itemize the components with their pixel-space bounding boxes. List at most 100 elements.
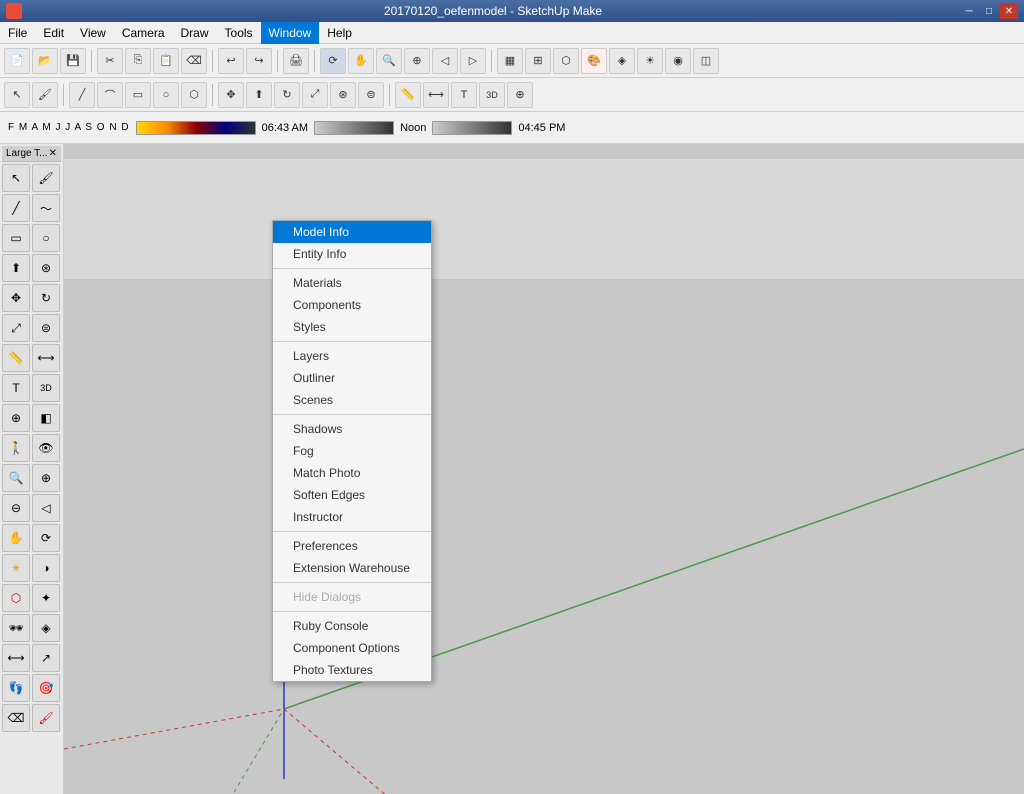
shadow-tool-left[interactable]: ◑ xyxy=(32,554,60,582)
line-tool[interactable]: ╱ xyxy=(69,82,95,108)
panel-header[interactable]: Large T... ✕ xyxy=(2,146,61,162)
fog-btn[interactable]: ◉ xyxy=(665,48,691,74)
scale-tool[interactable]: ⤢ xyxy=(302,82,328,108)
panel-close-icon[interactable]: ✕ xyxy=(49,148,57,159)
paint-btn[interactable]: 🎨 xyxy=(581,48,607,74)
menu-entity-info[interactable]: Entity Info xyxy=(273,243,431,265)
zoomout-tool-left[interactable]: ⊖ xyxy=(2,494,30,522)
walk-tool-left[interactable]: 🚶 xyxy=(2,434,30,462)
time-slider2[interactable] xyxy=(432,121,512,135)
maximize-button[interactable]: □ xyxy=(980,3,998,19)
menu-preferences[interactable]: Preferences xyxy=(273,535,431,557)
rotate-tool[interactable]: ↻ xyxy=(274,82,300,108)
pushpull-tool[interactable]: ⬆ xyxy=(246,82,272,108)
shadow-btn[interactable]: ☀ xyxy=(637,48,663,74)
menu-view[interactable]: View xyxy=(72,22,114,44)
menu-file[interactable]: File xyxy=(0,22,35,44)
lookat2-tool-left[interactable]: 🎯 xyxy=(32,674,60,702)
menu-materials[interactable]: Materials xyxy=(273,272,431,294)
offset-tool[interactable]: ⊜ xyxy=(358,82,384,108)
select-tool[interactable]: ↖ xyxy=(4,82,30,108)
cut-button[interactable]: ✂ xyxy=(97,48,123,74)
redsec-tool-left[interactable]: ⬡ xyxy=(2,584,30,612)
menu-layers[interactable]: Layers xyxy=(273,345,431,367)
canvas-area[interactable]: Model Info Entity Info Materials Compone… xyxy=(64,144,1024,794)
scale-tool-left[interactable]: ⤢ xyxy=(2,314,30,342)
menu-match-photo[interactable]: Match Photo xyxy=(273,462,431,484)
menu-scenes[interactable]: Scenes xyxy=(273,389,431,411)
menu-draw[interactable]: Draw xyxy=(173,22,217,44)
move-tool[interactable]: ✥ xyxy=(218,82,244,108)
zoom-button[interactable]: 🔍 xyxy=(376,48,402,74)
eraser-tool-left[interactable]: ⌫ xyxy=(2,704,30,732)
rotate-tool-left[interactable]: ↻ xyxy=(32,284,60,312)
arrow-tool-left[interactable]: ↗ xyxy=(32,644,60,672)
paste-button[interactable]: 📋 xyxy=(153,48,179,74)
prev-tool-left[interactable]: ◁ xyxy=(32,494,60,522)
sun-tool-left[interactable]: ☀ xyxy=(2,554,30,582)
zoom-ext-button[interactable]: ⊕ xyxy=(404,48,430,74)
time-slider[interactable] xyxy=(314,121,394,135)
dim-tool[interactable]: ⟷ xyxy=(423,82,449,108)
section-btn1[interactable]: ▦ xyxy=(497,48,523,74)
text-tool[interactable]: T xyxy=(451,82,477,108)
follow-tool-left[interactable]: ⊛ xyxy=(32,254,60,282)
menu-soften-edges[interactable]: Soften Edges xyxy=(273,484,431,506)
style-btn[interactable]: ◈ xyxy=(609,48,635,74)
freehand-tool-left[interactable]: 〜 xyxy=(32,194,60,222)
erase-button[interactable]: ⌫ xyxy=(181,48,207,74)
menu-extension-warehouse[interactable]: Extension Warehouse xyxy=(273,557,431,579)
menu-fog[interactable]: Fog xyxy=(273,440,431,462)
zoomin-tool-left[interactable]: ⊕ xyxy=(32,464,60,492)
dim-tool-left[interactable]: ⟷ xyxy=(32,344,60,372)
select-tool-left[interactable]: ↖ xyxy=(2,164,30,192)
menu-window[interactable]: Window xyxy=(261,22,320,44)
menu-photo-textures[interactable]: Photo Textures xyxy=(273,659,431,681)
orbit-button[interactable]: ⟳ xyxy=(320,48,346,74)
menu-camera[interactable]: Camera xyxy=(114,22,173,44)
poly-tool[interactable]: ⬡ xyxy=(181,82,207,108)
axes-tool-left[interactable]: ⊕ xyxy=(2,404,30,432)
zoom-tool-left[interactable]: 🔍 xyxy=(2,464,30,492)
menu-help[interactable]: Help xyxy=(319,22,360,44)
rect-tool[interactable]: ▭ xyxy=(125,82,151,108)
next-view-button[interactable]: ▷ xyxy=(460,48,486,74)
hide-tool-left[interactable]: 🕶 xyxy=(2,614,30,642)
prev-view-button[interactable]: ◁ xyxy=(432,48,458,74)
pushpull-tool-left[interactable]: ⬆ xyxy=(2,254,30,282)
section-btn2[interactable]: ⊞ xyxy=(525,48,551,74)
line-tool-left[interactable]: ╱ xyxy=(2,194,30,222)
follow-tool[interactable]: ⊛ xyxy=(330,82,356,108)
redo-button[interactable]: ↪ xyxy=(246,48,272,74)
undo-button[interactable]: ↩ xyxy=(218,48,244,74)
open-button[interactable]: 📂 xyxy=(32,48,58,74)
tape-tool[interactable]: 📏 xyxy=(395,82,421,108)
section-tool-left[interactable]: ◧ xyxy=(32,404,60,432)
tape-tool-left[interactable]: 📏 xyxy=(2,344,30,372)
paint-tool-left[interactable]: 🖌 xyxy=(32,164,60,192)
walk2-tool-left[interactable]: 👣 xyxy=(2,674,30,702)
menu-component-options[interactable]: Component Options xyxy=(273,637,431,659)
menu-model-info[interactable]: Model Info xyxy=(273,221,431,243)
3dtext-tool-left[interactable]: 3D xyxy=(32,374,60,402)
axes-tool[interactable]: ⊕ xyxy=(507,82,533,108)
menu-shadows[interactable]: Shadows xyxy=(273,418,431,440)
rect-tool-left[interactable]: ▭ xyxy=(2,224,30,252)
text-tool-left[interactable]: T xyxy=(2,374,30,402)
move-tool-left[interactable]: ✥ xyxy=(2,284,30,312)
circle-tool[interactable]: ○ xyxy=(153,82,179,108)
lookat-tool-left[interactable]: 👁 xyxy=(32,434,60,462)
menu-tools[interactable]: Tools xyxy=(217,22,261,44)
paint-tool[interactable]: 🖌 xyxy=(32,82,58,108)
menu-ruby-console[interactable]: Ruby Console xyxy=(273,615,431,637)
menu-edit[interactable]: Edit xyxy=(35,22,72,44)
minimize-button[interactable]: ─ xyxy=(960,3,978,19)
pan-tool-left[interactable]: ✋ xyxy=(2,524,30,552)
dim2-tool-left[interactable]: ⟷ xyxy=(2,644,30,672)
save-button[interactable]: 💾 xyxy=(60,48,86,74)
menu-instructor[interactable]: Instructor xyxy=(273,506,431,528)
smooth-tool-left[interactable]: ◈ xyxy=(32,614,60,642)
offset-tool-left[interactable]: ⊜ xyxy=(32,314,60,342)
paint2-tool-left[interactable]: 🖌 xyxy=(32,704,60,732)
circle-tool-left[interactable]: ○ xyxy=(32,224,60,252)
